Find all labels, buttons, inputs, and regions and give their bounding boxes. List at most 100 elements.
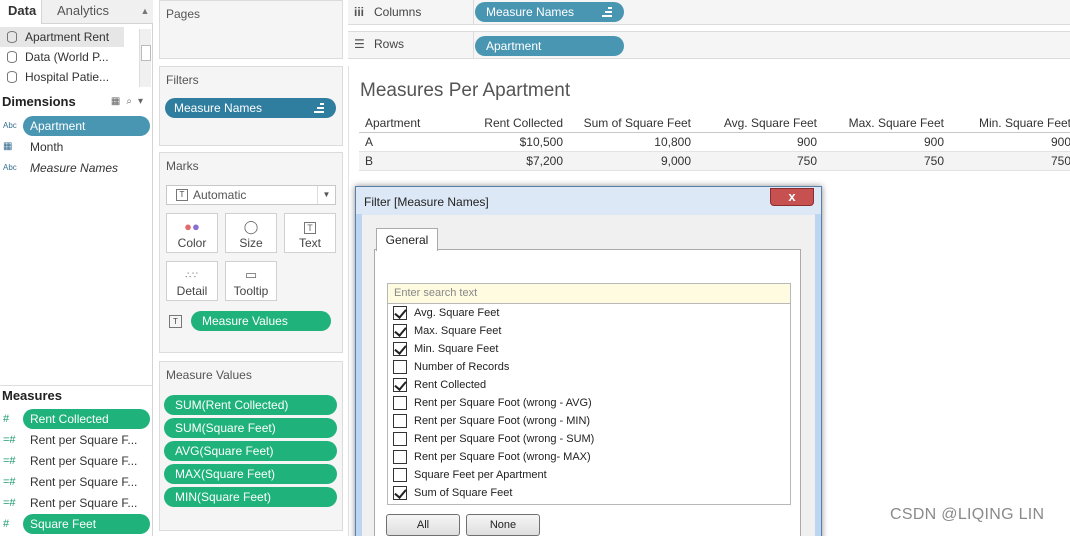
number-type-icon: #: [3, 518, 10, 530]
list-item[interactable]: Rent Collected: [388, 376, 790, 394]
all-button[interactable]: All: [386, 514, 460, 536]
checkbox[interactable]: [393, 414, 407, 428]
column-header[interactable]: Rent Collected: [484, 114, 563, 133]
column-header[interactable]: Avg. Square Feet: [724, 114, 817, 133]
checkbox[interactable]: [393, 396, 407, 410]
measure-value-pill[interactable]: SUM(Square Feet): [164, 418, 337, 438]
columns-shelf[interactable]: iii Columns Measure Names: [348, 0, 1070, 25]
tab-analytics[interactable]: Analytics: [42, 0, 137, 24]
list-item[interactable]: Rent per Square Foot (wrong - SUM): [388, 430, 790, 448]
table-cell[interactable]: 900: [924, 133, 944, 152]
field-pill[interactable]: Apartment: [23, 116, 150, 136]
data-source-scrollbar[interactable]: [139, 29, 151, 87]
checkbox[interactable]: [393, 432, 407, 446]
dimension-field-measure-names[interactable]: Abc Measure Names: [0, 158, 150, 178]
rows-shelf[interactable]: ☰ Rows Apartment: [348, 31, 1070, 59]
none-button[interactable]: None: [466, 514, 540, 536]
table-cell[interactable]: 900: [1051, 133, 1070, 152]
data-source-item[interactable]: Apartment Rent: [0, 27, 124, 47]
column-header[interactable]: Apartment: [365, 114, 420, 133]
data-source-list: Apartment Rent Data (World P... Hospital…: [0, 27, 153, 89]
dimensions-toolbar-icons[interactable]: ▦⌕▾: [111, 92, 149, 112]
checkbox[interactable]: [393, 450, 407, 464]
size-button[interactable]: ◯ Size: [225, 213, 277, 253]
marks-card: Marks T Automatic ▼ ●● Color ◯ Size T Te…: [159, 152, 343, 353]
list-item[interactable]: Sum of Square Feet: [388, 484, 790, 502]
checkbox[interactable]: [393, 378, 407, 392]
list-item[interactable]: Rent per Square Foot (wrong - MIN): [388, 412, 790, 430]
filters-card[interactable]: Filters Measure Names: [159, 66, 343, 146]
checkbox[interactable]: [393, 486, 407, 500]
measure-value-pill[interactable]: SUM(Rent Collected): [164, 395, 337, 415]
chevron-down-icon[interactable]: ▼: [317, 186, 335, 204]
field-label: Rent per Square F...: [30, 454, 138, 468]
filter-pill-measure-names[interactable]: Measure Names: [165, 98, 336, 118]
watermark: CSDN @LIQING LIN: [890, 506, 1045, 523]
column-header[interactable]: Max. Square Feet: [849, 114, 944, 133]
column-header[interactable]: Min. Square Feet: [979, 114, 1070, 133]
dimension-field-apartment[interactable]: Abc Apartment: [0, 116, 150, 136]
measure-value-pill[interactable]: AVG(Square Feet): [164, 441, 337, 461]
pages-card[interactable]: Pages: [159, 0, 343, 59]
worksheet-title[interactable]: Measures Per Apartment: [360, 80, 570, 102]
row-header[interactable]: A: [365, 133, 373, 152]
column-header[interactable]: Sum of Square Feet: [584, 114, 691, 133]
list-item-label: Avg. Square Feet: [414, 307, 500, 319]
columns-pill-measure-names[interactable]: Measure Names: [475, 2, 624, 22]
measure-value-pill[interactable]: MIN(Square Feet): [164, 487, 337, 507]
table-cell[interactable]: 750: [1051, 152, 1070, 171]
text-button[interactable]: T Text: [284, 213, 336, 253]
list-item[interactable]: Number of Records: [388, 358, 790, 376]
table-cell[interactable]: $7,200: [526, 152, 563, 171]
list-item[interactable]: Max. Square Feet: [388, 322, 790, 340]
measure-field-rent-per-sqft[interactable]: =# Rent per Square F...: [0, 430, 150, 450]
tab-data[interactable]: Data: [0, 0, 42, 24]
row-header[interactable]: B: [365, 152, 373, 171]
field-pill[interactable]: Square Feet: [23, 514, 150, 534]
data-source-item[interactable]: Data (World P...: [0, 47, 136, 67]
size-icon: ◯: [243, 219, 259, 234]
table-cell[interactable]: 10,800: [654, 133, 691, 152]
list-item[interactable]: Min. Square Feet: [388, 340, 790, 358]
checkbox[interactable]: [393, 342, 407, 356]
color-dots-icon: ●●: [184, 219, 200, 234]
table-cell[interactable]: $10,500: [520, 133, 563, 152]
table-cell[interactable]: 9,000: [661, 152, 691, 171]
measure-value-pill[interactable]: MAX(Square Feet): [164, 464, 337, 484]
mark-type-dropdown[interactable]: T Automatic ▼: [166, 185, 336, 205]
list-item-label: Rent per Square Foot (wrong - MIN): [414, 415, 591, 427]
tab-general[interactable]: General: [376, 228, 438, 251]
table-cell[interactable]: 750: [924, 152, 944, 171]
measure-values-title: Measure Values: [166, 368, 252, 382]
field-pill[interactable]: Rent Collected: [23, 409, 150, 429]
search-input[interactable]: Enter search text: [387, 283, 791, 304]
rows-pill-apartment[interactable]: Apartment: [475, 36, 624, 56]
dialog-title: Filter [Measure Names]: [364, 195, 489, 209]
measure-field-square-feet[interactable]: # Square Feet: [0, 514, 150, 534]
list-item[interactable]: Rent per Square Foot (wrong - AVG): [388, 394, 790, 412]
dimension-field-month[interactable]: ▦ Month: [0, 137, 150, 157]
table-cell[interactable]: 900: [797, 133, 817, 152]
checkbox[interactable]: [393, 468, 407, 482]
checkbox[interactable]: [393, 324, 407, 338]
checkbox[interactable]: [393, 306, 407, 320]
pane-menu-arrows-icon[interactable]: ▲: [137, 0, 153, 23]
measure-field-rent-per-sqft[interactable]: =# Rent per Square F...: [0, 472, 150, 492]
table-cell[interactable]: 750: [797, 152, 817, 171]
detail-button[interactable]: ∴∵ Detail: [166, 261, 218, 301]
color-button[interactable]: ●● Color: [166, 213, 218, 253]
marks-pill-measure-values[interactable]: Measure Values: [191, 311, 331, 331]
measure-field-rent-per-sqft[interactable]: =# Rent per Square F...: [0, 493, 150, 513]
close-button[interactable]: x: [770, 188, 814, 206]
list-item[interactable]: Avg. Square Feet: [388, 304, 790, 322]
marks-title: Marks: [166, 159, 199, 173]
data-source-item[interactable]: Hospital Patie...: [0, 67, 136, 87]
measure-field-rent-per-sqft[interactable]: =# Rent per Square F...: [0, 451, 150, 471]
checkbox[interactable]: [393, 360, 407, 374]
tooltip-button[interactable]: ▭ Tooltip: [225, 261, 277, 301]
dialog-titlebar[interactable]: Filter [Measure Names] x: [356, 187, 821, 215]
scrollbar-thumb[interactable]: [141, 45, 151, 61]
list-item[interactable]: Square Feet per Apartment: [388, 466, 790, 484]
measure-field-rent-collected[interactable]: # Rent Collected: [0, 409, 150, 429]
list-item[interactable]: Rent per Square Foot (wrong- MAX): [388, 448, 790, 466]
